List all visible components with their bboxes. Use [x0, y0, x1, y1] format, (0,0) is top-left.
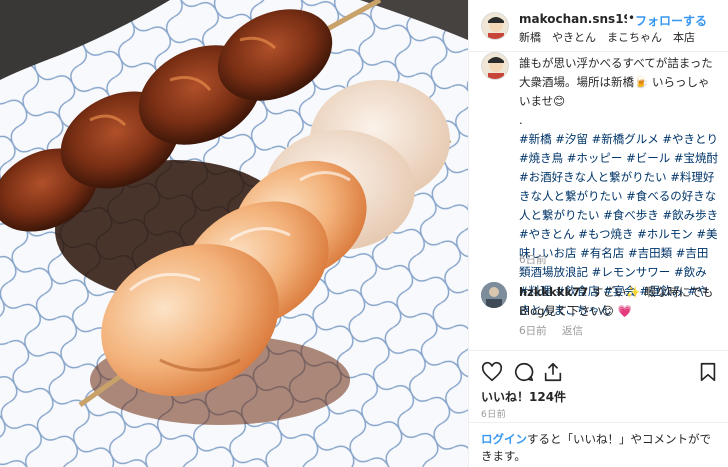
post-caption: 誰もが思い浮かべるすべてが詰まった大衆酒場。場所は新橋🍺 いらっしゃいませ😊 .…	[519, 54, 719, 320]
comment-icon[interactable]	[513, 361, 535, 383]
comment-item: hzkkkkk77 すごい✨ 暇な時にでもBlog見て下さい😊 💗	[519, 283, 719, 321]
yakitori-photo-image	[0, 0, 468, 467]
post-photo[interactable]	[0, 0, 468, 467]
comments-list[interactable]: 誰もが思い浮かべるすべてが詰まった大衆酒場。場所は新橋🍺 いらっしゃいませ😊 .…	[469, 52, 728, 350]
avatar-image	[482, 13, 508, 39]
like-count[interactable]: いいね！124件	[481, 388, 566, 405]
user-avatar[interactable]	[481, 12, 509, 40]
post-location[interactable]: 新橋 やきとん まこちゃん 本店	[519, 29, 695, 45]
comment-timestamp[interactable]: 6日前	[519, 323, 547, 338]
commenter-avatar[interactable]	[481, 282, 507, 308]
caption-avatar[interactable]	[481, 52, 509, 80]
post-username[interactable]: makochan.sns196	[519, 12, 627, 26]
caption-text: 誰もが思い浮かべるすべてが詰まった大衆酒場。場所は新橋🍺 いらっしゃいませ😊	[519, 56, 713, 108]
comment-username[interactable]: hzkkkkk77	[519, 285, 588, 299]
post-date[interactable]: 6日前	[481, 407, 506, 420]
avatar-image	[481, 282, 507, 308]
reply-button[interactable]: 返信	[562, 323, 583, 338]
post-panel: makochan.sns196 • フォローする 新橋 やきとん まこちゃん 本…	[468, 0, 728, 467]
share-icon[interactable]	[542, 361, 564, 383]
login-link[interactable]: ログイン	[481, 432, 527, 446]
post-header: makochan.sns196 • フォローする 新橋 やきとん まこちゃん 本…	[469, 0, 728, 52]
caption-timestamp[interactable]: 6日前	[519, 252, 547, 267]
caption-dot: .	[519, 113, 523, 127]
follow-button[interactable]: フォローする	[635, 12, 707, 29]
bookmark-icon[interactable]	[697, 361, 719, 383]
heart-icon[interactable]	[481, 361, 503, 383]
avatar-image	[482, 53, 508, 79]
login-prompt: ログインすると「いいね！」やコメントができます。	[469, 422, 728, 467]
